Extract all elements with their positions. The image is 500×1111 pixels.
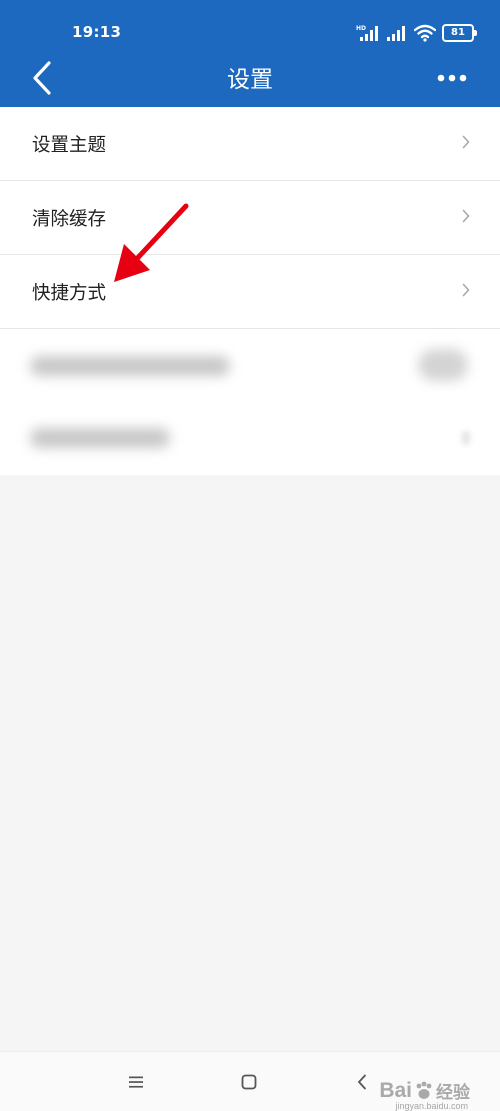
- watermark-url: jingyan.baidu.com: [395, 1101, 468, 1111]
- app-bar: 19:13 HD 81 设置: [0, 0, 500, 107]
- settings-item-label: 快捷方式: [32, 282, 107, 304]
- status-time: 19:13: [72, 23, 122, 41]
- watermark-brand: Bai: [379, 1078, 412, 1102]
- paw-icon: [416, 1081, 432, 1099]
- blurred-toggle: [418, 349, 468, 381]
- home-square-icon: [241, 1074, 257, 1090]
- wifi-icon: [414, 24, 436, 42]
- chevron-right-icon: [462, 135, 470, 149]
- hd-signal-icon: HD: [356, 25, 378, 41]
- more-options-button[interactable]: [432, 62, 472, 94]
- network-badge: HD: [356, 25, 366, 32]
- battery-indicator: 81: [442, 24, 477, 42]
- blurred-label: [30, 356, 230, 376]
- nav-back-button[interactable]: [350, 1070, 374, 1094]
- blurred-label: [30, 428, 170, 448]
- menu-icon: [129, 1076, 143, 1088]
- settings-list: 设置主题 清除缓存 快捷方式: [0, 107, 500, 475]
- chevron-right-icon: [462, 209, 470, 223]
- back-chevron-icon: [357, 1074, 366, 1090]
- blurred-chevron: [462, 431, 470, 445]
- settings-item-label: 清除缓存: [32, 208, 107, 230]
- signal-icon: [387, 26, 405, 41]
- blurred-setting-toggle-row[interactable]: [0, 329, 500, 402]
- system-nav-bar: Bai 经验 jingyan.baidu.com: [0, 1051, 500, 1111]
- settings-item-theme[interactable]: 设置主题: [0, 107, 500, 181]
- page-title: 设置: [227, 67, 273, 93]
- baidu-jingyan-watermark: Bai 经验: [379, 1078, 470, 1103]
- status-icons: HD 81: [356, 21, 477, 45]
- settings-item-clear-cache[interactable]: 清除缓存: [0, 181, 500, 255]
- nav-menu-button[interactable]: [124, 1070, 148, 1094]
- watermark-suffix: 经验: [436, 1083, 470, 1102]
- blurred-setting-language-row[interactable]: [0, 402, 500, 475]
- settings-item-label: 设置主题: [32, 134, 107, 156]
- more-horizontal-icon: [437, 74, 467, 82]
- chevron-right-icon: [462, 283, 470, 297]
- settings-item-shortcut[interactable]: 快捷方式: [0, 255, 500, 329]
- nav-home-button[interactable]: [237, 1070, 261, 1094]
